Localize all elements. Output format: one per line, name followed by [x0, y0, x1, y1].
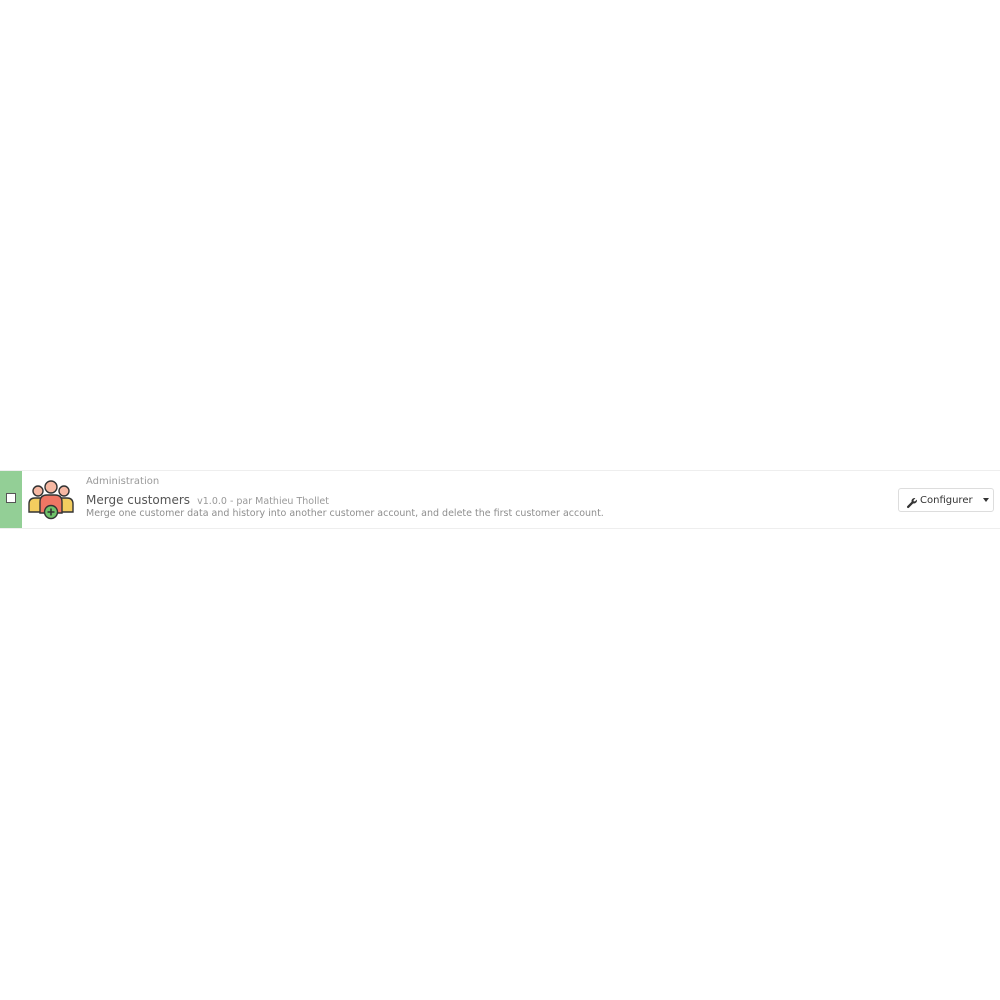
module-description: Merge one customer data and history into…	[86, 508, 604, 519]
module-row: Administration Merge customers v1.0.0 - …	[0, 470, 1000, 529]
module-info: Administration Merge customers v1.0.0 - …	[86, 476, 866, 520]
module-action-group: Configurer	[898, 488, 994, 512]
module-category: Administration	[86, 476, 160, 487]
module-select-checkbox[interactable]	[6, 493, 16, 503]
users-merge-icon	[27, 480, 75, 520]
module-status-strip	[0, 471, 22, 528]
module-list-page: Administration Merge customers v1.0.0 - …	[0, 0, 1000, 1000]
caret-down-icon	[982, 498, 989, 502]
configure-button[interactable]: Configurer	[899, 489, 979, 511]
wrench-icon	[906, 494, 918, 509]
module-name: Merge customers	[86, 493, 191, 507]
actions-dropdown-toggle[interactable]	[979, 489, 993, 511]
configure-label: Configurer	[920, 494, 973, 506]
module-version-author: v1.0.0 - par Mathieu Thollet	[197, 496, 329, 507]
module-title-line: Merge customers v1.0.0 - par Mathieu Tho…	[86, 491, 866, 507]
